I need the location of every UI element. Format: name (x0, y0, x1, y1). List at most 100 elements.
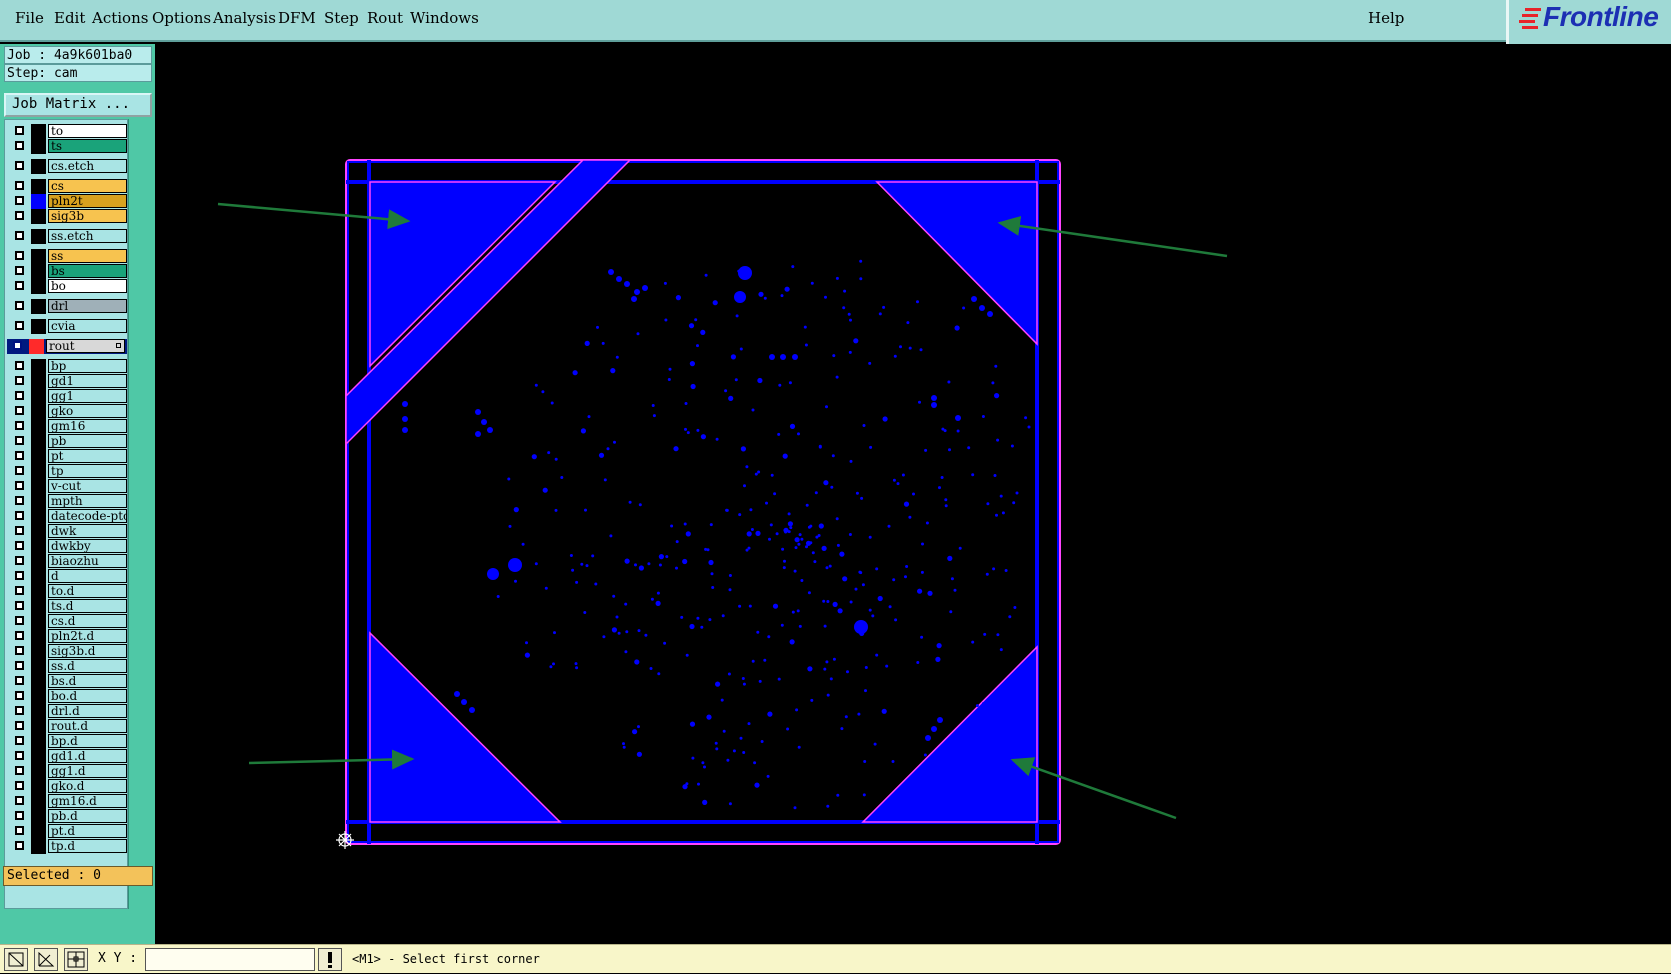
layer-checkbox[interactable] (13, 341, 22, 350)
layer-row-v-cut[interactable]: v-cut (9, 479, 127, 494)
menu-edit[interactable]: Edit (54, 9, 85, 27)
layer-row-gko.d[interactable]: gko.d (9, 779, 127, 794)
layer-row-cs.etch[interactable]: cs.etch (9, 159, 127, 174)
layer-row-ss[interactable]: ss (9, 249, 127, 264)
layer-list[interactable]: to ts cs.etch cs pln2t sig3b ss.etch ss bs bo drl c… (4, 119, 128, 909)
layer-row-drl.d[interactable]: drl.d (9, 704, 127, 719)
layer-color-swatch[interactable] (31, 319, 46, 334)
layer-row-datecode-pto[interactable]: datecode-pto (9, 509, 127, 524)
layer-checkbox[interactable] (15, 301, 24, 310)
layer-list-scrollbar[interactable] (128, 119, 152, 909)
layer-checkbox[interactable] (15, 141, 24, 150)
grid-button[interactable] (64, 948, 88, 971)
layer-row-gm16.d[interactable]: gm16.d (9, 794, 127, 809)
layer-checkbox[interactable] (15, 796, 24, 805)
layer-color-swatch[interactable] (31, 524, 46, 539)
layer-checkbox[interactable] (15, 631, 24, 640)
layer-row-bp.d[interactable]: bp.d (9, 734, 127, 749)
layer-checkbox[interactable] (15, 556, 24, 565)
layer-color-swatch[interactable] (31, 749, 46, 764)
zoom-area-button[interactable] (4, 948, 28, 971)
layer-color-swatch[interactable] (31, 229, 46, 244)
layer-color-swatch[interactable] (31, 359, 46, 374)
layer-row-pln2t.d[interactable]: pln2t.d (9, 629, 127, 644)
layer-color-swatch[interactable] (31, 464, 46, 479)
layer-checkbox[interactable] (15, 661, 24, 670)
layer-row-gko[interactable]: gko (9, 404, 127, 419)
layer-checkbox[interactable] (15, 526, 24, 535)
layer-checkbox[interactable] (15, 511, 24, 520)
layer-row-bo.d[interactable]: bo.d (9, 689, 127, 704)
layer-checkbox[interactable] (15, 466, 24, 475)
layer-row-biaozhu[interactable]: biaozhu (9, 554, 127, 569)
layer-row-rout[interactable]: rout (7, 339, 127, 354)
layer-color-swatch[interactable] (31, 509, 46, 524)
layer-row-pb[interactable]: pb (9, 434, 127, 449)
layer-checkbox[interactable] (15, 321, 24, 330)
layer-color-swatch[interactable] (31, 299, 46, 314)
layer-checkbox[interactable] (15, 161, 24, 170)
job-matrix-button[interactable]: Job Matrix ... (4, 93, 152, 117)
layer-checkbox[interactable] (15, 281, 24, 290)
layer-color-swatch[interactable] (31, 209, 46, 224)
layer-color-swatch[interactable] (31, 809, 46, 824)
layer-row-pb.d[interactable]: pb.d (9, 809, 127, 824)
menu-analysis[interactable]: Analysis (213, 9, 276, 27)
layer-color-swatch[interactable] (31, 374, 46, 389)
layer-color-swatch[interactable] (31, 194, 46, 209)
layer-checkbox[interactable] (15, 181, 24, 190)
alert-button[interactable] (318, 948, 342, 971)
layer-color-swatch[interactable] (31, 629, 46, 644)
layer-checkbox[interactable] (15, 266, 24, 275)
layer-checkbox[interactable] (15, 421, 24, 430)
layer-row-dwkby[interactable]: dwkby (9, 539, 127, 554)
layer-row-ts.d[interactable]: ts.d (9, 599, 127, 614)
layer-checkbox[interactable] (15, 231, 24, 240)
layer-checkbox[interactable] (15, 436, 24, 445)
layer-checkbox[interactable] (15, 586, 24, 595)
layer-checkbox[interactable] (15, 691, 24, 700)
layer-row-rout.d[interactable]: rout.d (9, 719, 127, 734)
layer-color-swatch[interactable] (31, 159, 46, 174)
layer-row-bp[interactable]: bp (9, 359, 127, 374)
layer-checkbox[interactable] (15, 826, 24, 835)
layer-color-swatch[interactable] (31, 279, 46, 294)
layer-row-tp[interactable]: tp (9, 464, 127, 479)
menu-options[interactable]: Options (152, 9, 211, 27)
layer-color-swatch[interactable] (31, 704, 46, 719)
layer-checkbox[interactable] (15, 251, 24, 260)
menu-dfm[interactable]: DFM (278, 9, 316, 27)
layer-checkbox[interactable] (15, 781, 24, 790)
layer-color-swatch[interactable] (31, 494, 46, 509)
layer-color-swatch[interactable] (31, 719, 46, 734)
layer-row-gg1.d[interactable]: gg1.d (9, 764, 127, 779)
layer-checkbox[interactable] (15, 126, 24, 135)
layer-row-pt[interactable]: pt (9, 449, 127, 464)
layer-color-swatch[interactable] (31, 124, 46, 139)
layer-checkbox[interactable] (15, 676, 24, 685)
layer-row-ts[interactable]: ts (9, 139, 127, 154)
layer-checkbox[interactable] (15, 601, 24, 610)
layer-checkbox[interactable] (15, 541, 24, 550)
layer-color-swatch[interactable] (31, 644, 46, 659)
layer-row-dwk[interactable]: dwk (9, 524, 127, 539)
layer-row-tp.d[interactable]: tp.d (9, 839, 127, 854)
xy-input[interactable] (145, 948, 315, 971)
layer-color-swatch[interactable] (31, 179, 46, 194)
layer-color-swatch[interactable] (31, 824, 46, 839)
menu-rout[interactable]: Rout (367, 9, 403, 27)
layer-row-gm16[interactable]: gm16 (9, 419, 127, 434)
layer-color-swatch[interactable] (31, 539, 46, 554)
layer-color-swatch[interactable] (31, 674, 46, 689)
measure-button[interactable] (34, 948, 58, 971)
layer-color-swatch[interactable] (31, 389, 46, 404)
layer-color-swatch[interactable] (31, 794, 46, 809)
layer-checkbox[interactable] (15, 406, 24, 415)
layer-color-swatch[interactable] (31, 404, 46, 419)
layer-row-gd1.d[interactable]: gd1.d (9, 749, 127, 764)
layer-row-mpth[interactable]: mpth (9, 494, 127, 509)
layer-checkbox[interactable] (15, 496, 24, 505)
layer-row-to.d[interactable]: to.d (9, 584, 127, 599)
layer-color-swatch[interactable] (31, 569, 46, 584)
layer-color-swatch[interactable] (31, 779, 46, 794)
